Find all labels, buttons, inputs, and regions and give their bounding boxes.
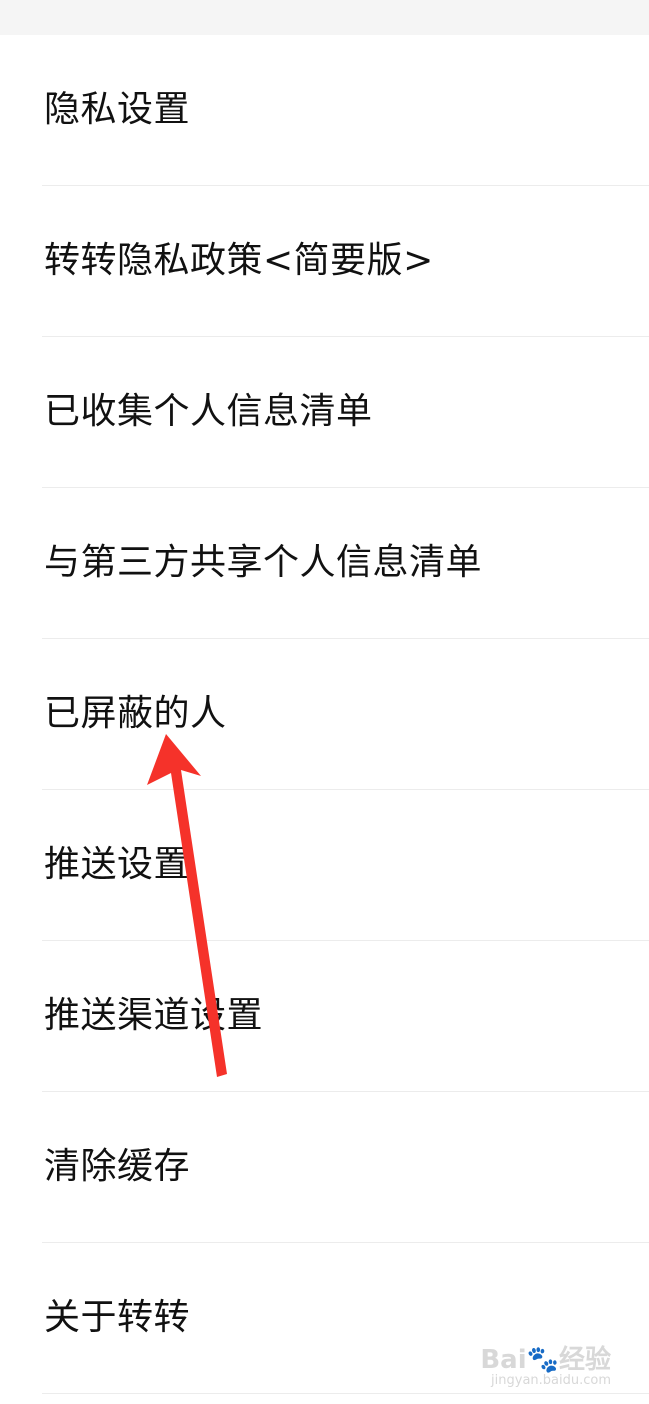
settings-item-label: 推送渠道设置: [44, 995, 264, 1036]
settings-item-blocked-users[interactable]: 已屏蔽的人: [0, 639, 649, 790]
settings-item-clear-cache[interactable]: 清除缓存: [0, 1092, 649, 1243]
settings-item-label: 清除缓存: [44, 1146, 191, 1187]
settings-item-push[interactable]: 推送设置: [0, 790, 649, 941]
settings-item-push-channel[interactable]: 推送渠道设置: [0, 941, 649, 1092]
settings-list: 隐私设置 转转隐私政策<简要版> 已收集个人信息清单 与第三方共享个人信息清单 …: [0, 35, 649, 1394]
settings-item-third-party-sharing[interactable]: 与第三方共享个人信息清单: [0, 488, 649, 639]
settings-item-privacy[interactable]: 隐私设置: [0, 35, 649, 186]
watermark-brand: Bai🐾经验: [480, 1345, 611, 1376]
settings-item-label: 与第三方共享个人信息清单: [44, 542, 483, 583]
settings-item-label: 已屏蔽的人: [44, 693, 227, 734]
watermark: Bai🐾经验 jingyan.baidu.com: [480, 1347, 611, 1390]
settings-item-label: 关于转转: [44, 1297, 191, 1338]
settings-item-privacy-policy[interactable]: 转转隐私政策<简要版>: [0, 186, 649, 337]
settings-item-collected-info[interactable]: 已收集个人信息清单: [0, 337, 649, 488]
settings-item-label: 隐私设置: [44, 89, 191, 130]
top-strip: [0, 0, 649, 35]
settings-item-label: 转转隐私政策<简要版>: [44, 240, 434, 281]
watermark-url: jingyan.baidu.com: [491, 1373, 611, 1389]
settings-item-label: 已收集个人信息清单: [44, 391, 373, 432]
settings-item-label: 推送设置: [44, 844, 191, 885]
